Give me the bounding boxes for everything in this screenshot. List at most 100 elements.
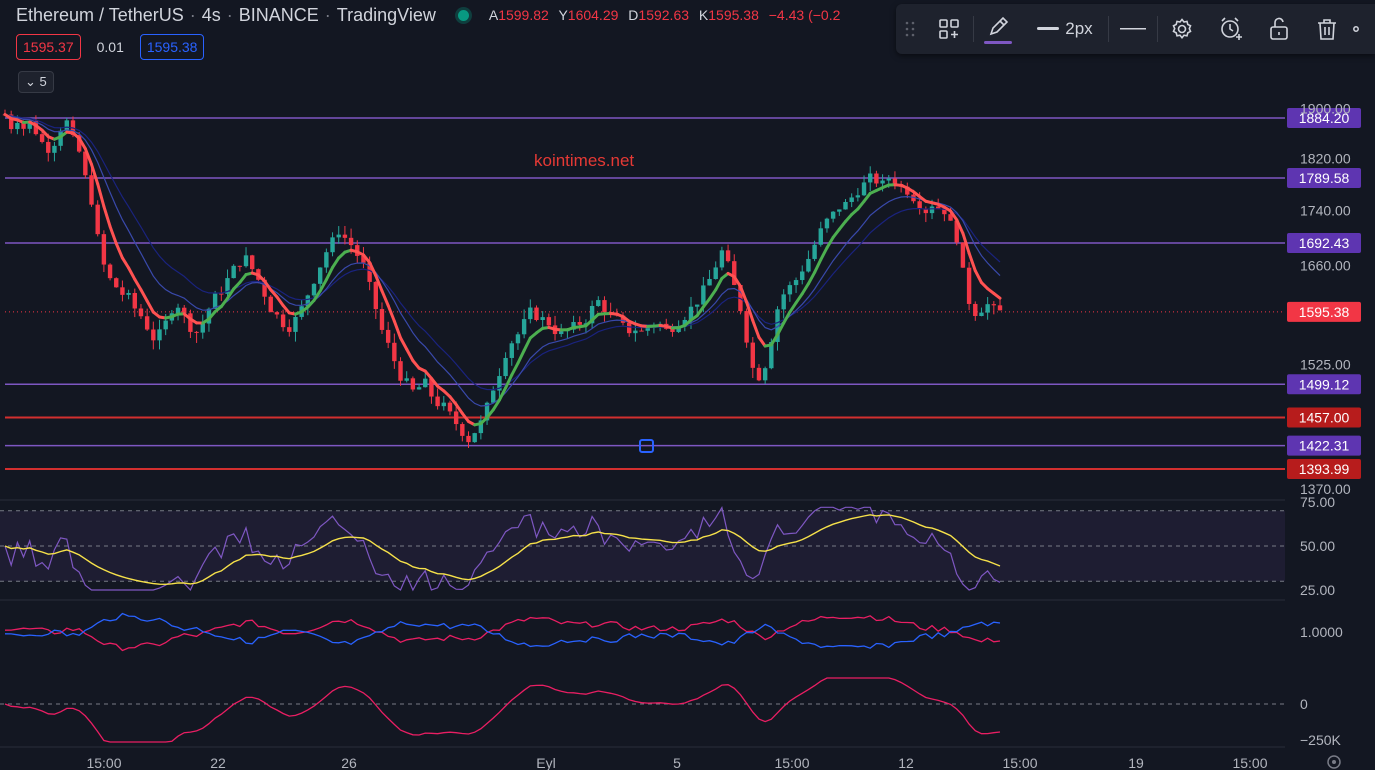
ma-slow-line bbox=[4, 113, 1001, 391]
candle-body bbox=[336, 234, 341, 238]
candle-body bbox=[521, 319, 527, 335]
candle-body bbox=[268, 296, 273, 313]
candle-body bbox=[559, 331, 564, 335]
level-price-label: 1457.00 bbox=[1299, 410, 1350, 426]
candle-body bbox=[392, 342, 397, 362]
lock-icon[interactable] bbox=[1255, 4, 1304, 54]
ma-trend-segment bbox=[708, 288, 718, 301]
candle-body bbox=[843, 201, 848, 210]
candle-body bbox=[762, 368, 768, 381]
settings-icon[interactable] bbox=[1158, 4, 1207, 54]
candle-body bbox=[46, 141, 51, 153]
drawing-floating-toolbar: 2px bbox=[896, 4, 1375, 54]
ma-trend-segment bbox=[831, 227, 841, 239]
candle-body bbox=[596, 300, 601, 306]
level-price-label: 1692.43 bbox=[1299, 235, 1350, 251]
candle-body bbox=[274, 312, 280, 315]
ma-trend-segment bbox=[139, 288, 149, 303]
candle-body bbox=[985, 304, 990, 313]
candle-body bbox=[194, 331, 199, 333]
ma-trend-segment bbox=[510, 361, 520, 377]
line-style-icon[interactable] bbox=[1109, 4, 1158, 54]
candle-body bbox=[379, 309, 385, 330]
candle-body bbox=[175, 307, 181, 314]
time-axis-tick: 26 bbox=[341, 755, 357, 770]
market-status-icon[interactable] bbox=[457, 9, 469, 21]
candle-body bbox=[534, 307, 539, 321]
ma-trend-segment bbox=[399, 336, 409, 351]
indicator-collapse-button[interactable]: ⌄ 5 bbox=[18, 71, 54, 93]
ma-trend-segment bbox=[714, 276, 724, 292]
more-icon[interactable] bbox=[1351, 4, 1375, 54]
candle-body bbox=[960, 242, 966, 268]
ma-trend-segment bbox=[127, 266, 137, 281]
candle-body bbox=[719, 250, 725, 268]
candle-body bbox=[528, 307, 533, 320]
candle-body bbox=[466, 435, 471, 443]
ma-trend-segment bbox=[380, 289, 390, 308]
line-width-icon bbox=[1037, 27, 1060, 30]
quote-boxes: 1595.37 0.01 1595.38 bbox=[16, 34, 205, 60]
level-price-label: 1393.99 bbox=[1299, 461, 1350, 477]
rsi-axis-tick: 25.00 bbox=[1300, 582, 1335, 598]
chevron-down-icon: ⌄ bbox=[25, 74, 36, 89]
price-axis-tick: 1740.00 bbox=[1300, 203, 1351, 219]
chart-canvas[interactable]: 1884.201789.581692.431499.121457.001422.… bbox=[0, 0, 1375, 770]
rsi-axis-tick: 75.00 bbox=[1300, 494, 1335, 510]
ma-trend-segment bbox=[114, 242, 124, 260]
candle-body bbox=[435, 396, 440, 407]
interval-label[interactable]: 4s bbox=[202, 5, 221, 26]
candle-body bbox=[89, 175, 94, 205]
spread-value: 0.01 bbox=[96, 39, 124, 55]
buy-price-button[interactable]: 1595.38 bbox=[139, 34, 205, 60]
candle-body bbox=[886, 178, 891, 181]
candle-body bbox=[509, 343, 514, 358]
pencil-icon[interactable] bbox=[980, 4, 1015, 54]
time-axis-tick: 15:00 bbox=[1002, 755, 1037, 770]
indicator3-axis-tick: 0 bbox=[1300, 696, 1308, 712]
exchange-label: BINANCE bbox=[238, 4, 319, 25]
ma-trend-segment bbox=[386, 304, 396, 323]
candle-body bbox=[491, 390, 496, 403]
candle-body bbox=[892, 178, 898, 185]
candle-body bbox=[237, 265, 243, 267]
candle-body bbox=[126, 292, 131, 295]
indicator-count: 5 bbox=[39, 74, 47, 89]
sell-price-button[interactable]: 1595.37 bbox=[16, 34, 81, 60]
candle-body bbox=[540, 317, 545, 321]
candle-body bbox=[95, 204, 100, 235]
candle-body bbox=[416, 387, 422, 390]
candle-body bbox=[725, 250, 731, 262]
ma-trend-segment bbox=[392, 319, 403, 340]
candle-body bbox=[287, 327, 292, 332]
ma-trend-segment bbox=[108, 224, 118, 246]
candle-body bbox=[114, 278, 119, 288]
ohlc-readout: A1599.82 Y1604.29 D1592.63 K1595.38 −4.4… bbox=[488, 7, 841, 23]
line-width-button[interactable]: 2px bbox=[1021, 4, 1109, 54]
candle-body bbox=[144, 316, 150, 330]
object-tree-icon[interactable] bbox=[923, 4, 974, 54]
level-price-label: 1789.58 bbox=[1299, 170, 1350, 186]
candle-body bbox=[330, 237, 335, 253]
chart-settings-gear-icon[interactable] bbox=[1327, 755, 1341, 769]
candle-body bbox=[200, 323, 205, 333]
symbol-title[interactable]: Ethereum / TetherUS bbox=[0, 5, 184, 26]
candle-body bbox=[633, 330, 638, 334]
candle-body bbox=[398, 361, 403, 381]
candle-body bbox=[546, 317, 552, 326]
candle-body bbox=[830, 211, 836, 219]
add-alert-icon[interactable] bbox=[1206, 4, 1255, 54]
candle-body bbox=[861, 182, 867, 196]
price-axis-tick: 1900.00 bbox=[1300, 100, 1351, 116]
candle-body bbox=[935, 206, 941, 209]
drag-handle-icon[interactable] bbox=[896, 4, 923, 54]
ma-trend-segment bbox=[837, 219, 847, 231]
candle-body bbox=[966, 267, 972, 304]
candle-body bbox=[849, 197, 854, 202]
candle-body bbox=[806, 258, 811, 272]
candle-body bbox=[750, 342, 755, 368]
level-price-label: 1499.12 bbox=[1299, 376, 1350, 392]
candle-body bbox=[874, 173, 879, 184]
candle-body bbox=[219, 293, 224, 295]
trash-icon[interactable] bbox=[1304, 4, 1351, 54]
